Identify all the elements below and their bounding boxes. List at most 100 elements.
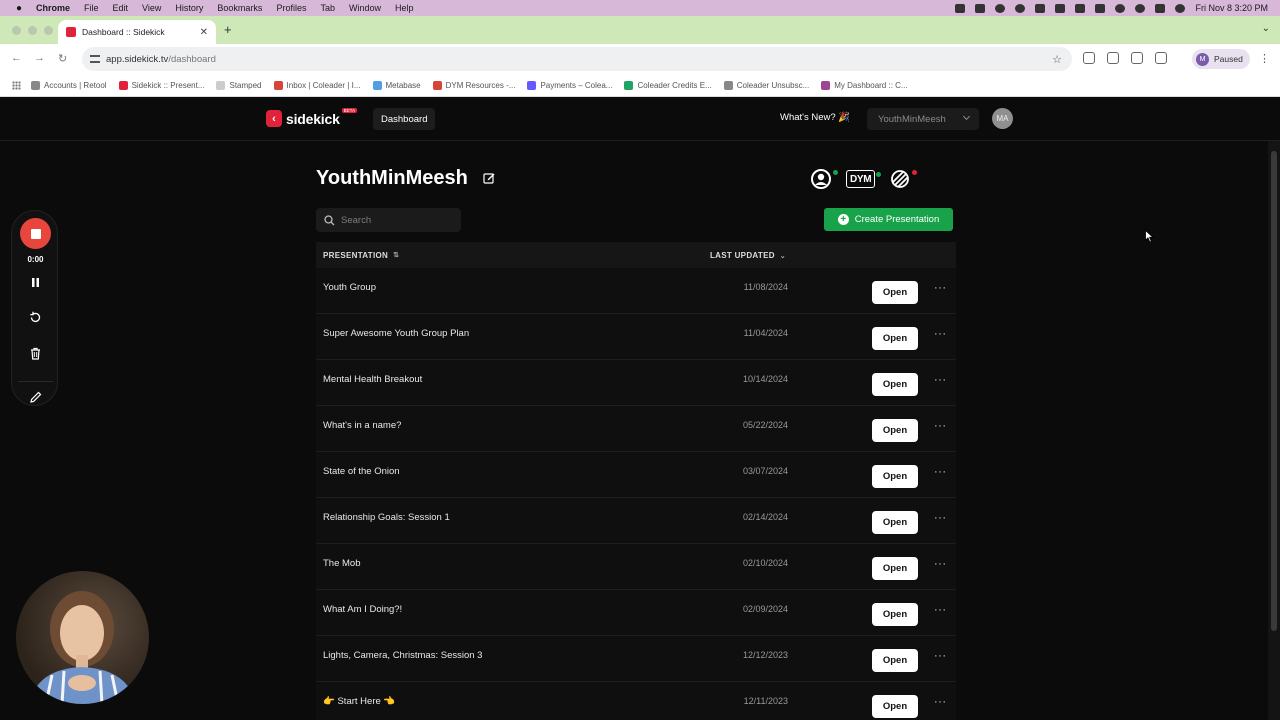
more-options-icon[interactable]: ··· [934,466,947,478]
menu-profiles[interactable]: Profiles [276,3,306,13]
scrollbar-thumb[interactable] [1271,151,1277,631]
open-button[interactable]: Open [872,649,918,672]
dropbox-icon[interactable] [955,3,966,13]
downloads-icon[interactable] [1155,52,1167,64]
bookmark-item[interactable]: Coleader Unsubsc... [723,80,809,90]
apple-icon[interactable]: ● [12,3,26,14]
bookmark-item[interactable]: Inbox | Coleader | I... [273,80,361,90]
more-options-icon[interactable]: ··· [934,696,947,708]
extension-status-icon[interactable] [1035,3,1046,13]
presentation-name[interactable]: Lights, Camera, Christmas: Session 3 [323,650,482,661]
open-button[interactable]: Open [872,465,918,488]
site-info-icon[interactable] [90,55,100,63]
open-button[interactable]: Open [872,419,918,442]
bookmark-item[interactable]: Payments – Colea... [527,80,612,90]
search-input[interactable] [341,214,451,226]
recording-status-icon[interactable] [995,3,1006,13]
close-tab-icon[interactable]: ✕ [200,27,208,38]
nav-dashboard[interactable]: Dashboard [373,108,436,130]
open-button[interactable]: Open [872,695,918,718]
extension-icon[interactable] [1083,52,1095,64]
integration-dym[interactable]: DYM [846,170,882,188]
gear-icon[interactable] [1015,3,1026,13]
presentation-name[interactable]: Relationship Goals: Session 1 [323,512,450,523]
menu-window[interactable]: Window [349,3,381,13]
column-last-updated[interactable]: LAST UPDATED ⌄ [710,251,786,260]
presentation-name[interactable]: Super Awesome Youth Group Plan [323,328,469,339]
webcam-bubble[interactable] [16,571,149,704]
browser-tab-active[interactable]: Dashboard :: Sidekick ✕ [58,20,216,44]
menu-tab[interactable]: Tab [320,3,335,13]
spotlight-search-icon[interactable] [1135,3,1146,13]
table-row[interactable]: Super Awesome Youth Group Plan 11/04/2024… [316,314,956,360]
bookmark-item[interactable]: Coleader Credits E... [624,80,712,90]
bookmark-item[interactable]: DYM Resources -... [432,80,515,90]
restart-icon[interactable] [28,310,43,325]
presentation-name[interactable]: Youth Group [323,282,376,293]
column-presentation[interactable]: PRESENTATION ⇅ [323,251,399,260]
more-options-icon[interactable]: ··· [934,282,947,294]
more-options-icon[interactable]: ··· [934,374,947,386]
table-row[interactable]: 👉 Start Here 👈 12/11/2023 Open ··· [316,682,956,720]
menu-chrome[interactable]: Chrome [36,3,70,13]
presentation-name[interactable]: What Am I Doing?! [323,604,402,615]
sidekick-extension-icon[interactable] [1107,52,1119,64]
table-row[interactable]: What's in a name? 05/22/2024 Open ··· [316,406,956,452]
more-options-icon[interactable]: ··· [934,420,947,432]
table-row[interactable]: The Mob 02/10/2024 Open ··· [316,544,956,590]
bookmark-item[interactable]: My Dashboard :: C... [821,80,908,90]
table-row[interactable]: What Am I Doing?! 02/09/2024 Open ··· [316,590,956,636]
integration-c[interactable] [889,168,918,190]
battery-icon[interactable] [1095,3,1106,13]
presentation-name[interactable]: The Mob [323,558,361,569]
pause-icon[interactable] [28,275,43,290]
extensions-puzzle-icon[interactable] [1131,52,1143,64]
table-row[interactable]: Mental Health Breakout 10/14/2024 Open ··· [316,360,956,406]
more-options-icon[interactable]: ··· [934,328,947,340]
presentation-name[interactable]: What's in a name? [323,420,401,431]
page-scrollbar[interactable] [1268,141,1280,720]
bookmark-star-icon[interactable]: ☆ [1052,53,1062,66]
forward-button[interactable]: → [34,52,45,64]
close-window-button[interactable] [12,26,21,35]
bookmark-item[interactable]: Metabase [372,80,421,90]
open-button[interactable]: Open [872,511,918,534]
draw-pencil-icon[interactable] [28,390,43,405]
siri-icon[interactable] [1175,3,1186,13]
minimize-window-button[interactable] [28,26,37,35]
menu-edit[interactable]: Edit [113,3,129,13]
more-options-icon[interactable]: ··· [934,512,947,524]
tab-search-chevron-icon[interactable]: ⌄ [1262,23,1270,34]
menu-history[interactable]: History [175,3,203,13]
zoom-window-button[interactable] [44,26,53,35]
bookmark-item[interactable]: Stamped [216,80,262,90]
whats-new-link[interactable]: What's New? 🎉 [780,112,850,123]
open-button[interactable]: Open [872,373,918,396]
create-presentation-button[interactable]: + Create Presentation [824,208,953,231]
volume-icon[interactable] [1055,3,1066,13]
bluetooth-icon[interactable] [1075,3,1086,13]
reload-button[interactable]: ↻ [58,52,67,65]
menu-file[interactable]: File [84,3,99,13]
table-row[interactable]: State of the Onion 03/07/2024 Open ··· [316,452,956,498]
edit-pencil-icon[interactable] [483,172,495,184]
menu-view[interactable]: View [142,3,161,13]
integration-a[interactable] [810,168,838,190]
open-button[interactable]: Open [872,603,918,626]
wifi-icon[interactable] [1115,3,1126,13]
more-options-icon[interactable]: ··· [934,650,947,662]
more-options-icon[interactable]: ··· [934,604,947,616]
address-bar[interactable]: app.sidekick.tv/dashboard ☆ [82,47,1072,71]
sidekick-logo[interactable]: ‹ sidekick BETA [266,108,358,127]
presentation-name[interactable]: Mental Health Breakout [323,374,422,385]
user-avatar[interactable]: MA [992,108,1013,129]
presentation-name[interactable]: State of the Onion [323,466,400,477]
menu-clock[interactable]: Fri Nov 8 3:20 PM [1195,3,1268,13]
open-button[interactable]: Open [872,327,918,350]
chrome-menu-icon[interactable]: ⋮ [1259,52,1270,65]
table-row[interactable]: Lights, Camera, Christmas: Session 3 12/1… [316,636,956,682]
open-button[interactable]: Open [872,281,918,304]
profile-button[interactable]: M Paused [1192,49,1250,69]
organization-select[interactable]: YouthMinMeesh [867,108,979,130]
more-options-icon[interactable]: ··· [934,558,947,570]
